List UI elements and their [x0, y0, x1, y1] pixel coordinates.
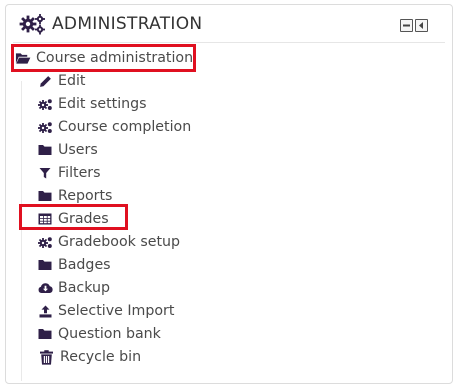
tree-item-course-completion[interactable]: Course completion [37, 116, 191, 138]
minimize-icon [403, 24, 410, 27]
tree-item-label: Gradebook setup [58, 234, 181, 250]
tree-item-question-bank[interactable]: Question bank [37, 323, 161, 345]
dock-icon [419, 22, 423, 29]
tree-item-users[interactable]: Users [37, 139, 98, 161]
folder-icon [37, 327, 53, 341]
tree-root-course-administration[interactable]: Course administration [15, 47, 193, 69]
tree-item-label: Edit [58, 73, 86, 89]
cogs-icon [19, 14, 45, 35]
pencil-icon [37, 74, 53, 88]
tree-item-grades[interactable]: Grades [37, 208, 109, 230]
tree-item-label: Course completion [58, 119, 192, 135]
tree-item-label: Reports [58, 188, 113, 204]
minimize-block-button[interactable] [400, 19, 413, 32]
upload-icon [37, 304, 53, 318]
tree-item-label: Users [58, 142, 98, 158]
folder-icon [37, 143, 53, 157]
cloud-download-icon [37, 281, 53, 295]
block-title: ADMINISTRATION [52, 14, 203, 34]
administration-block: ADMINISTRATION Course administration Edi… [5, 4, 453, 384]
cog-icon [37, 120, 53, 134]
tree-branch-line [21, 81, 22, 381]
tree-root-label: Course administration [36, 50, 194, 66]
tree-item-label: Grades [58, 211, 109, 227]
tree-item-reports[interactable]: Reports [37, 185, 112, 207]
cog-icon [37, 235, 53, 249]
tree-item-label: Edit settings [58, 96, 147, 112]
tree-item-gradebook-setup[interactable]: Gradebook setup [37, 231, 180, 253]
dock-block-button[interactable] [415, 19, 428, 32]
tree-item-edit[interactable]: Edit [37, 70, 85, 92]
tree-item-label: Recycle bin [60, 349, 142, 365]
tree-item-label: Badges [58, 257, 111, 273]
tree-item-label: Selective Import [58, 303, 175, 319]
folder-icon [37, 189, 53, 203]
tree-item-selective-import[interactable]: Selective Import [37, 300, 174, 322]
block-header: ADMINISTRATION [6, 5, 452, 43]
tree-item-badges[interactable]: Badges [37, 254, 111, 276]
table-icon [37, 212, 53, 226]
tree-item-edit-settings[interactable]: Edit settings [37, 93, 147, 115]
tree-item-recycle-bin[interactable]: Recycle bin [37, 346, 141, 368]
tree-item-label: Filters [58, 165, 101, 181]
tree-item-label: Backup [58, 280, 111, 296]
tree-item-backup[interactable]: Backup [37, 277, 110, 299]
header-divider [13, 42, 445, 43]
trash-icon [37, 349, 55, 365]
block-controls [400, 19, 428, 32]
cog-icon [37, 97, 53, 111]
tree-item-label: Question bank [58, 326, 161, 342]
filter-icon [37, 166, 53, 180]
tree-item-filters[interactable]: Filters [37, 162, 101, 184]
folder-icon [37, 258, 53, 272]
folder-open-icon [15, 51, 31, 65]
